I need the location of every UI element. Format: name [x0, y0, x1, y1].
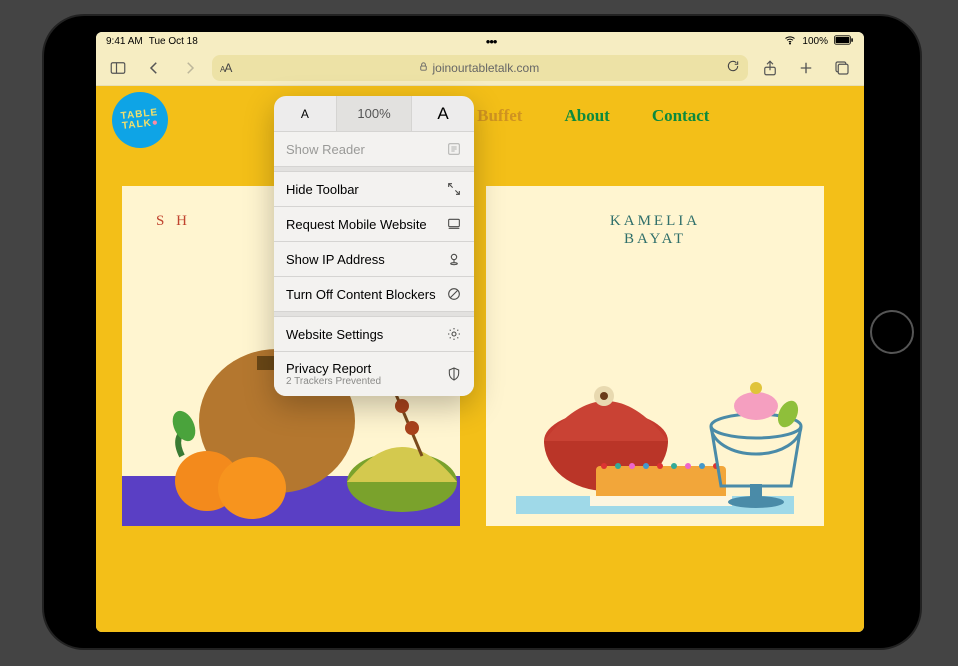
back-button[interactable]	[140, 54, 168, 82]
status-date: Tue Oct 18	[149, 36, 198, 47]
url-text: joinourtabletalk.com	[432, 61, 539, 75]
gear-icon	[446, 326, 462, 342]
text-size-button[interactable]: AA	[220, 61, 231, 75]
multitask-dots-icon[interactable]: •••	[486, 34, 497, 49]
zoom-out-button[interactable]: A	[274, 96, 337, 131]
website-settings-label: Website Settings	[286, 327, 383, 342]
reload-button[interactable]	[726, 59, 740, 76]
request-mobile-item[interactable]: Request Mobile Website	[274, 207, 474, 242]
content-blockers-label: Turn Off Content Blockers	[286, 287, 436, 302]
device-icon	[446, 216, 462, 232]
show-ip-label: Show IP Address	[286, 252, 385, 267]
show-ip-item[interactable]: Show IP Address	[274, 242, 474, 277]
card-grid: S H	[96, 146, 864, 526]
show-reader-item: Show Reader	[274, 132, 474, 167]
logo-text-2: TALK	[122, 118, 153, 132]
screen: 9:41 AM Tue Oct 18 ••• 100%	[96, 32, 864, 632]
reader-icon	[446, 141, 462, 157]
nav-about[interactable]: About	[564, 106, 609, 126]
shield-icon	[446, 366, 462, 382]
battery-icon	[834, 35, 854, 48]
share-button[interactable]	[756, 54, 784, 82]
artwork-illustration-2	[486, 306, 824, 526]
website-settings-item[interactable]: Website Settings	[274, 317, 474, 352]
status-bar: 9:41 AM Tue Oct 18 ••• 100%	[96, 32, 864, 50]
nav-buffet[interactable]: Buffet	[477, 106, 522, 126]
blockers-off-icon	[446, 286, 462, 302]
status-time: 9:41 AM	[106, 36, 143, 47]
lock-icon	[418, 61, 429, 75]
content-blockers-item[interactable]: Turn Off Content Blockers	[274, 277, 474, 312]
forward-button	[176, 54, 204, 82]
artwork-card-2[interactable]: KAMELIA BAYAT	[486, 186, 824, 526]
privacy-report-sub: 2 Trackers Prevented	[286, 376, 381, 387]
expand-icon	[446, 181, 462, 197]
privacy-report-label: Privacy Report	[286, 361, 371, 376]
home-button[interactable]	[870, 310, 914, 354]
privacy-report-item[interactable]: Privacy Report 2 Trackers Prevented	[274, 352, 474, 396]
site-header: TABLE TALK● Potluck 🥘 Buffet About Conta…	[96, 86, 864, 146]
wifi-icon	[784, 34, 796, 49]
request-mobile-label: Request Mobile Website	[286, 217, 427, 232]
sidebar-button[interactable]	[104, 54, 132, 82]
webpage: TABLE TALK● Potluck 🥘 Buffet About Conta…	[96, 86, 864, 632]
hide-toolbar-item[interactable]: Hide Toolbar	[274, 172, 474, 207]
nav-contact[interactable]: Contact	[652, 106, 710, 126]
address-bar[interactable]: AA joinourtabletalk.com	[212, 55, 748, 81]
zoom-in-button[interactable]: A	[412, 96, 474, 131]
zoom-level: 100%	[337, 96, 412, 131]
ipad-frame: 9:41 AM Tue Oct 18 ••• 100%	[44, 16, 920, 648]
hide-toolbar-label: Hide Toolbar	[286, 182, 359, 197]
site-logo[interactable]: TABLE TALK●	[109, 89, 171, 151]
tabs-button[interactable]	[828, 54, 856, 82]
location-icon	[446, 251, 462, 267]
new-tab-button[interactable]	[792, 54, 820, 82]
artist-name-2: KAMELIA BAYAT	[486, 212, 824, 248]
browser-toolbar: AA joinourtabletalk.com	[96, 50, 864, 86]
battery-percent: 100%	[802, 36, 828, 47]
page-settings-popover: A 100% A Show Reader Hide Toolbar Reques…	[274, 96, 474, 396]
show-reader-label: Show Reader	[286, 142, 365, 157]
